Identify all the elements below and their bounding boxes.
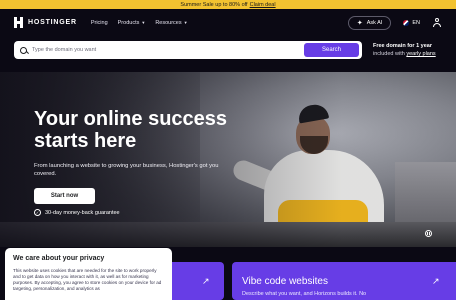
logo[interactable]: HOSTINGER (14, 17, 77, 28)
top-nav: HOSTINGER Pricing Products ▼ Resources ▼ ✦… (0, 9, 456, 36)
sparkle-icon: ✦ (356, 19, 363, 27)
hero-subtitle: From launching a website to growing your… (34, 163, 219, 177)
card-title: Vibe code websites (242, 276, 328, 287)
cookie-banner: We care about your privacy This website … (5, 248, 172, 300)
nav-link-label: Resources (155, 19, 182, 26)
domain-search-input[interactable] (32, 47, 304, 53)
nav-links: Pricing Products ▼ Resources ▼ (91, 20, 188, 26)
ask-ai-button[interactable]: ✦ Ask AI (347, 15, 392, 30)
chevron-down-icon: ▼ (141, 20, 146, 25)
free-domain-prefix: included with (373, 51, 405, 57)
guarantee-text: 30-day money-back guarantee (45, 209, 120, 216)
cookie-title: We care about your privacy (13, 255, 105, 262)
promo-text: Summer Sale up to 80% off (180, 1, 248, 8)
start-now-button[interactable]: Start now (34, 188, 95, 204)
card-description: Describe what you want, and Horizons bui… (242, 291, 367, 297)
nav-right: ✦ Ask AI EN (347, 15, 442, 30)
arrow-up-right-icon: ↗ (202, 276, 210, 286)
nav-link-label: Products (117, 19, 140, 26)
nav-link-products[interactable]: Products ▼ (118, 20, 146, 26)
pause-icon[interactable] (425, 230, 432, 237)
feature-card-vibe-code[interactable]: Vibe code websites ↗ Describe what you w… (232, 262, 456, 300)
claim-deal-link[interactable]: Claim deal (250, 2, 276, 8)
domain-search-box: Search (14, 41, 362, 59)
flag-icon (403, 19, 410, 26)
ask-ai-label: Ask AI (366, 19, 383, 26)
shield-check-icon: ✓ (34, 209, 41, 216)
logo-text: HOSTINGER (28, 19, 77, 26)
free-domain-promo: Free domain for 1 year included with yea… (373, 42, 436, 58)
hero-title: Your online success starts here (34, 108, 228, 152)
yearly-plans-link[interactable]: yearly plans (406, 51, 435, 57)
language-selector[interactable]: EN (403, 19, 420, 26)
search-icon (20, 46, 27, 54)
hero-content: Your online success starts here From lau… (34, 108, 254, 216)
promo-bar: Summer Sale up to 80% off Claim deal (0, 0, 456, 9)
hostinger-logo-icon (14, 17, 23, 28)
chevron-down-icon: ▼ (183, 20, 188, 25)
free-domain-subtitle: included with yearly plans (373, 51, 436, 57)
user-icon[interactable] (432, 17, 442, 28)
nav-link-pricing[interactable]: Pricing (91, 20, 108, 26)
domain-search-row: Search Free domain for 1 year included w… (0, 41, 456, 59)
search-button[interactable]: Search (304, 43, 359, 57)
money-back-guarantee: ✓ 30-day money-back guarantee (34, 209, 254, 216)
cookie-text: This website uses cookies that are neede… (13, 268, 162, 291)
nav-link-label: Pricing (90, 19, 108, 26)
language-label: EN (412, 19, 420, 26)
free-domain-title: Free domain for 1 year (373, 43, 432, 49)
nav-link-resources[interactable]: Resources ▼ (155, 20, 187, 26)
arrow-up-right-icon: ↗ (432, 276, 440, 286)
